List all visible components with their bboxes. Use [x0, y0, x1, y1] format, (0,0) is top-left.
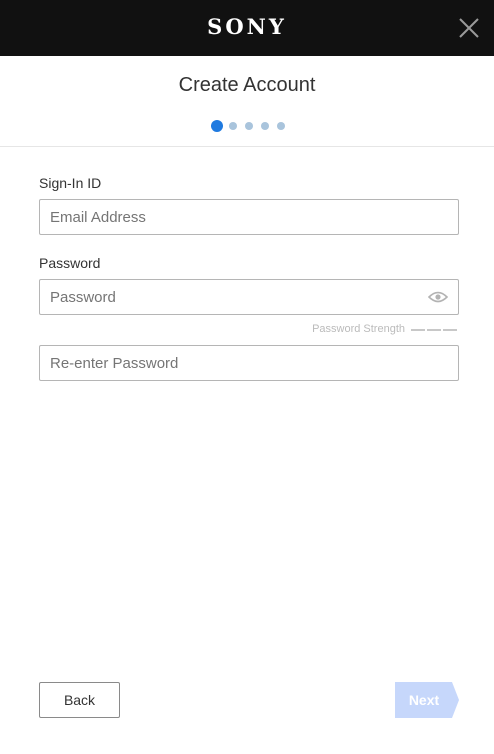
sony-logo: SONY [207, 14, 287, 39]
eye-icon[interactable] [427, 290, 449, 304]
step-dot-4 [261, 122, 269, 130]
step-dot-3 [245, 122, 253, 130]
header-bar: SONY [0, 0, 494, 56]
password-field[interactable] [40, 280, 458, 314]
signin-id-label: Sign-In ID [39, 175, 102, 191]
password-label: Password [39, 255, 101, 271]
strength-bar-1 [411, 329, 425, 331]
step-dot-1 [211, 120, 223, 132]
step-dot-2 [229, 122, 237, 130]
strength-bar-2 [427, 329, 441, 331]
reenter-password-field[interactable] [40, 346, 458, 380]
password-strength-meter: Password Strength [280, 322, 459, 336]
close-icon[interactable] [458, 17, 480, 39]
next-button-label: Next [408, 692, 440, 708]
next-button[interactable]: Next [395, 682, 460, 718]
page-title: Create Account [178, 74, 316, 96]
password-field-wrapper [39, 279, 459, 315]
strength-bar-3 [443, 329, 457, 331]
step-indicator [0, 120, 494, 132]
reenter-password-field-wrapper [39, 345, 459, 381]
email-field-wrapper [39, 199, 459, 235]
password-strength-label: Password Strength [312, 323, 405, 335]
email-field[interactable] [40, 200, 458, 234]
back-button[interactable]: Back [39, 682, 120, 718]
header-divider [0, 146, 494, 147]
step-dot-5 [277, 122, 285, 130]
